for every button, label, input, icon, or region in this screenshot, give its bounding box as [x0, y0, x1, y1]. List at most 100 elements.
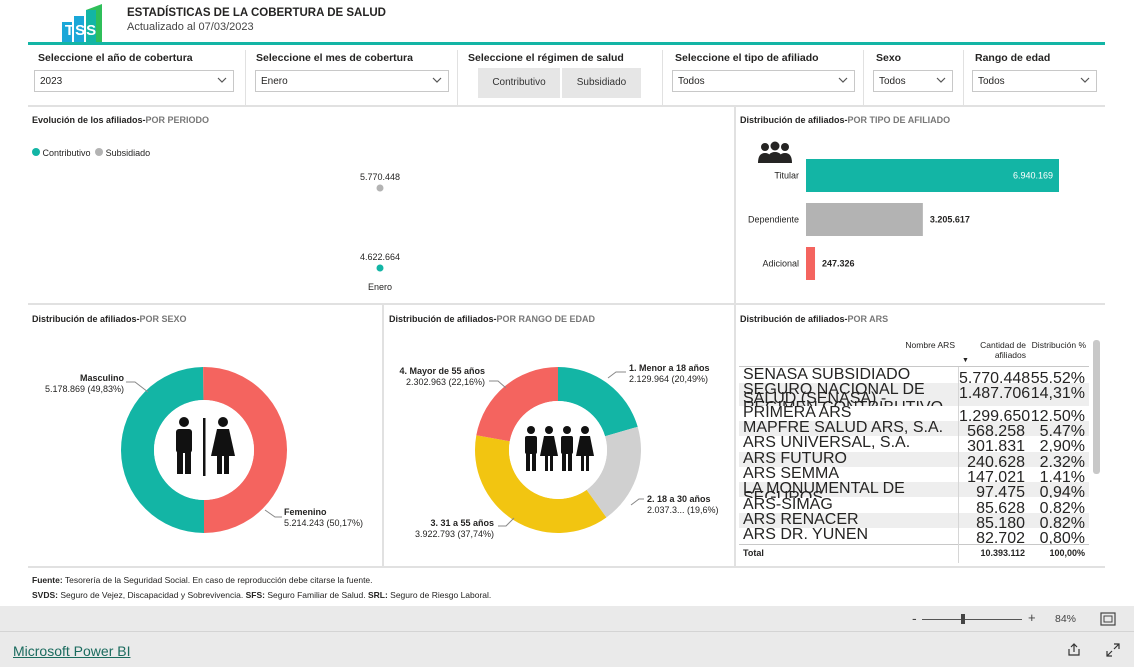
ars-pct-cell: 14,31%	[1030, 385, 1085, 402]
year-slicer-label: Seleccione el año de cobertura	[38, 52, 193, 64]
table-row[interactable]: ARS DR. YUNEN 82.702 0,80%	[739, 527, 1089, 547]
age-value-4: 2.302.963 (22,16%)	[406, 377, 485, 387]
x-tick-label: Enero	[368, 282, 392, 292]
data-label-contributivo: 4.622.664	[360, 252, 400, 262]
sex-slicer-label: Sexo	[876, 52, 902, 64]
bar-value-label: 3.205.617	[930, 215, 970, 225]
ars-name-cell: PRIMERA ARS	[743, 404, 852, 421]
sex-value-masculino: 5.178.869 (49,83%)	[45, 384, 124, 394]
period-legend: Contributivo Subsidiado	[32, 148, 150, 158]
ars-panel-title: Distribución de afiliados-POR ARS	[740, 314, 889, 324]
affiliate-type-slicer-label: Seleccione el tipo de afiliado	[675, 52, 819, 64]
slicer-divider	[457, 50, 458, 105]
affiliate-type-dropdown[interactable]: Todos	[672, 70, 855, 92]
leader-line	[264, 509, 282, 518]
regime-contributivo-button[interactable]: Contributivo	[478, 68, 560, 98]
sex-dropdown[interactable]: Todos	[873, 70, 953, 92]
age-value-1: 2.129.964 (20,49%)	[629, 374, 708, 384]
chevron-down-icon	[217, 77, 227, 83]
ars-col-header-pct[interactable]: Distribución %	[1030, 340, 1086, 350]
zoom-slider-thumb[interactable]	[961, 614, 965, 624]
bar-category-label: Titular	[774, 171, 799, 181]
fit-to-page-icon[interactable]	[1100, 612, 1116, 626]
regime-subsidiado-button[interactable]: Subsidiado	[562, 68, 641, 98]
leader-line	[607, 371, 626, 379]
table-row[interactable]: SEGURO NACIONAL DE SALUD (SENASA) - REGI…	[739, 382, 1089, 416]
slicer-divider	[662, 50, 663, 105]
slicer-divider	[245, 50, 246, 105]
ars-total-row: Total 10.393.112 100,00%	[739, 548, 1089, 562]
type-panel-title: Distribución de afiliados-POR TIPO DE AF…	[740, 115, 951, 125]
ars-table-total-rule	[739, 544, 1089, 545]
legend-dot-subsidiado	[95, 148, 104, 156]
bar-category-label: Adicional	[762, 259, 799, 269]
table-row[interactable]: ARS UNIVERSAL, S.A. 301.831 2,90%	[739, 435, 1089, 455]
year-value: 2023	[40, 76, 63, 87]
panel-divider	[382, 305, 384, 566]
sex-donut-chart: Masculino5.178.869 (49,83%) Femenino5.214…	[45, 367, 363, 533]
zoom-bar: - + 84%	[0, 606, 1134, 631]
leader-line	[498, 517, 515, 527]
ars-total-count: 10.393.112	[980, 548, 1025, 558]
age-label-4: 4. Mayor de 55 años	[399, 366, 485, 376]
age-range-slicer-label: Rango de edad	[975, 52, 1051, 64]
sex-panel-title: Distribución de afiliados-POR SEXO	[32, 314, 187, 324]
year-dropdown[interactable]: 2023	[34, 70, 234, 92]
table-row[interactable]: LA MONUMENTAL DE SEGUROS97.4750,94%	[739, 481, 1089, 506]
panel-divider	[28, 303, 1105, 305]
age-range-dropdown[interactable]: Todos	[972, 70, 1097, 92]
footer-fuente: Fuente: Tesorería de la Seguridad Social…	[32, 575, 373, 585]
share-icon[interactable]	[1067, 643, 1081, 657]
period-panel-title: Evolución de los afiliados-POR PERIODO	[32, 115, 210, 125]
month-dropdown[interactable]: Enero	[255, 70, 449, 92]
panel-divider	[734, 107, 736, 566]
age-panel-title: Distribución de afiliados-POR RANGO DE E…	[389, 314, 596, 324]
legend-contributivo[interactable]: Contributivo	[43, 148, 91, 158]
legend-subsidiado[interactable]: Subsidiado	[106, 148, 151, 158]
zoom-out-button[interactable]: -	[912, 610, 917, 626]
sex-value: Todos	[879, 76, 906, 87]
zoom-slider-track[interactable]	[922, 619, 1022, 620]
legend-dot-contributivo	[32, 148, 40, 156]
powerbi-frame: TSS ESTADÍSTICAS DE LA COBERTURA DE SALU…	[0, 0, 1134, 667]
affiliate-type-value: Todos	[678, 76, 705, 87]
age-donut-chart: 1. Menor a 18 años2.129.964 (20,49%) 2. 1…	[399, 363, 719, 539]
sex-label-femenino: Femenino	[284, 507, 327, 517]
header-rule	[28, 42, 1105, 45]
age-label-1: 1. Menor a 18 años	[629, 363, 710, 373]
ars-count-cell: 1.487.706	[959, 385, 1031, 402]
fullscreen-icon[interactable]	[1106, 643, 1120, 657]
age-label-2: 2. 18 a 30 años	[647, 494, 711, 504]
month-value: Enero	[261, 76, 288, 87]
chevron-down-icon	[1080, 77, 1090, 83]
data-label-subsidiado: 5.770.448	[360, 172, 400, 182]
ars-name-cell: ARS FUTURO	[743, 450, 847, 467]
period-scatter-chart: 5.770.448 4.622.664 Enero	[360, 172, 400, 292]
tss-logo: TSS	[60, 4, 102, 42]
ars-scrollbar[interactable]	[1093, 340, 1100, 474]
logo-text: TSS	[64, 22, 98, 39]
ars-name-cell: ARS RENACER	[743, 511, 859, 528]
report-canvas: TSS ESTADÍSTICAS DE LA COBERTURA DE SALU…	[0, 0, 1106, 606]
age-value-2: 2.037.3... (19,6%)	[647, 505, 719, 515]
sex-value-femenino: 5.214.243 (50,17%)	[284, 518, 363, 528]
updated-date: Actualizado al 07/03/2023	[127, 21, 254, 33]
chevron-down-icon	[936, 77, 946, 83]
age-value-3: 3.922.793 (37,74%)	[415, 529, 494, 539]
month-slicer-label: Seleccione el mes de cobertura	[256, 52, 413, 64]
bar-dependiente	[806, 203, 923, 236]
powerbi-brand-link[interactable]: Microsoft Power BI	[13, 643, 130, 659]
powerbi-bottom-bar: Microsoft Power BI	[0, 631, 1134, 667]
page-scrollbar[interactable]	[1106, 0, 1134, 606]
ars-name-cell: MAPFRE SALUD ARS, S.A.	[743, 419, 944, 436]
ars-col-header-name[interactable]: Nombre ARS	[880, 340, 955, 350]
ars-col-header-count[interactable]: Cantidad de afiliados	[968, 340, 1026, 360]
bar-adicional	[806, 247, 816, 280]
data-point-subsidiado	[376, 184, 384, 192]
zoom-level: 84%	[1055, 613, 1077, 625]
leader-line	[489, 380, 507, 389]
chevron-down-icon	[838, 77, 848, 83]
type-bar-chart: Titular 6.940.169 Dependiente 3.205.617 Adic…	[748, 159, 1059, 280]
bar-category-label: Dependiente	[748, 215, 799, 225]
zoom-in-button[interactable]: +	[1028, 610, 1036, 625]
